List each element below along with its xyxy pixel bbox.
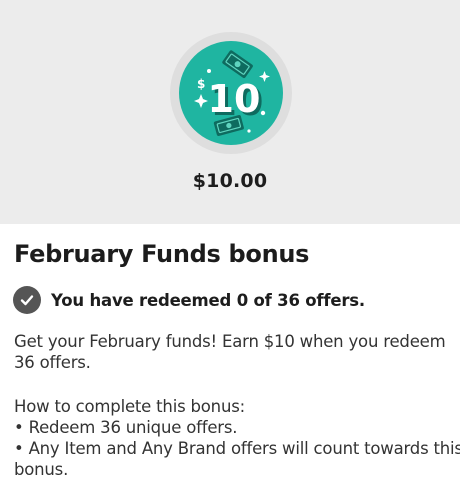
reward-badge: $ 10 10 (170, 32, 292, 154)
badge-number: 10 (208, 77, 261, 121)
reward-amount: $10.00 (192, 170, 268, 192)
howto-heading: How to complete this bonus: (14, 397, 245, 416)
status-text: You have redeemed 0 of 36 offers. (51, 290, 365, 310)
howto-item: • Redeem 36 unique offers. (14, 418, 238, 437)
howto-item: • Any Item and Any Brand offers will cou… (14, 439, 460, 458)
howto-item: bonus. (14, 460, 69, 479)
checkmark-circle-icon (13, 286, 41, 314)
bonus-description: Get your February funds! Earn $10 when y… (14, 332, 446, 372)
badge-currency: $ (197, 77, 205, 91)
redemption-status: You have redeemed 0 of 36 offers. (13, 286, 365, 314)
ten-dollar-bill-badge-icon: $ 10 10 (179, 41, 283, 145)
page-title: February Funds bonus (14, 240, 310, 268)
reward-hero: $ 10 10 $10.00 (0, 0, 460, 224)
howto-section: How to complete this bonus: • Redeem 36 … (14, 396, 460, 480)
